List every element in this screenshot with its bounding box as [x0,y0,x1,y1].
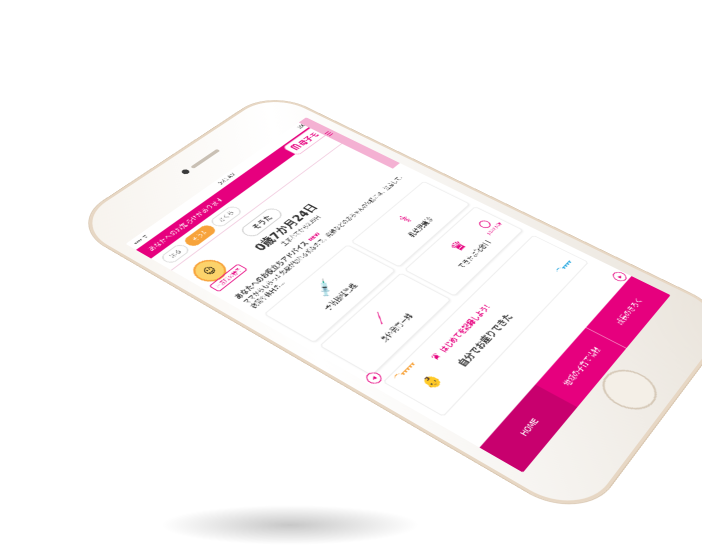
bunting-decoration-2: ⌒▾▾▾▾ [555,258,575,275]
tab-growth-record[interactable]: 成長のきろく [585,276,671,349]
child-avatar[interactable]: ☺ [186,255,233,287]
crown-small-icon: ♛ [428,351,445,363]
tab-home[interactable]: HOME [479,384,578,473]
milestone-text: 自分でお座りできた [456,312,516,369]
phone-screen: •••• ᯤ 9:41 AM 100% あなたへのお知らせがあります ᗰ母子モ … [125,117,671,473]
growth-curve-icon: ⟋ [367,310,394,328]
signal-icon: •••• ᯤ [132,233,150,246]
logo-text: 母子モ [297,131,322,148]
growth-curve-tile[interactable]: ⟋ 身体発育曲線 [319,272,452,376]
phone-camera [180,168,191,175]
bunting-decoration: ⌒▾▾▾▾▾ [392,360,418,382]
phone-device: •••• ᯤ 9:41 AM 100% あなたへのお知らせがあります ᗰ母子モ … [67,90,702,524]
stethoscope-icon: ⚕ [395,213,417,226]
baby-icon: 👶 [419,372,445,392]
stage: •••• ᯤ 9:41 AM 100% あなたへのお知らせがあります ᗰ母子モ … [0,0,702,556]
syringe-icon: 💉 [309,277,341,299]
tab-local-info[interactable]: 地域の子育て情報 [535,327,627,408]
phone-speaker [190,148,221,169]
child-chip-haru[interactable]: はる [159,242,192,265]
